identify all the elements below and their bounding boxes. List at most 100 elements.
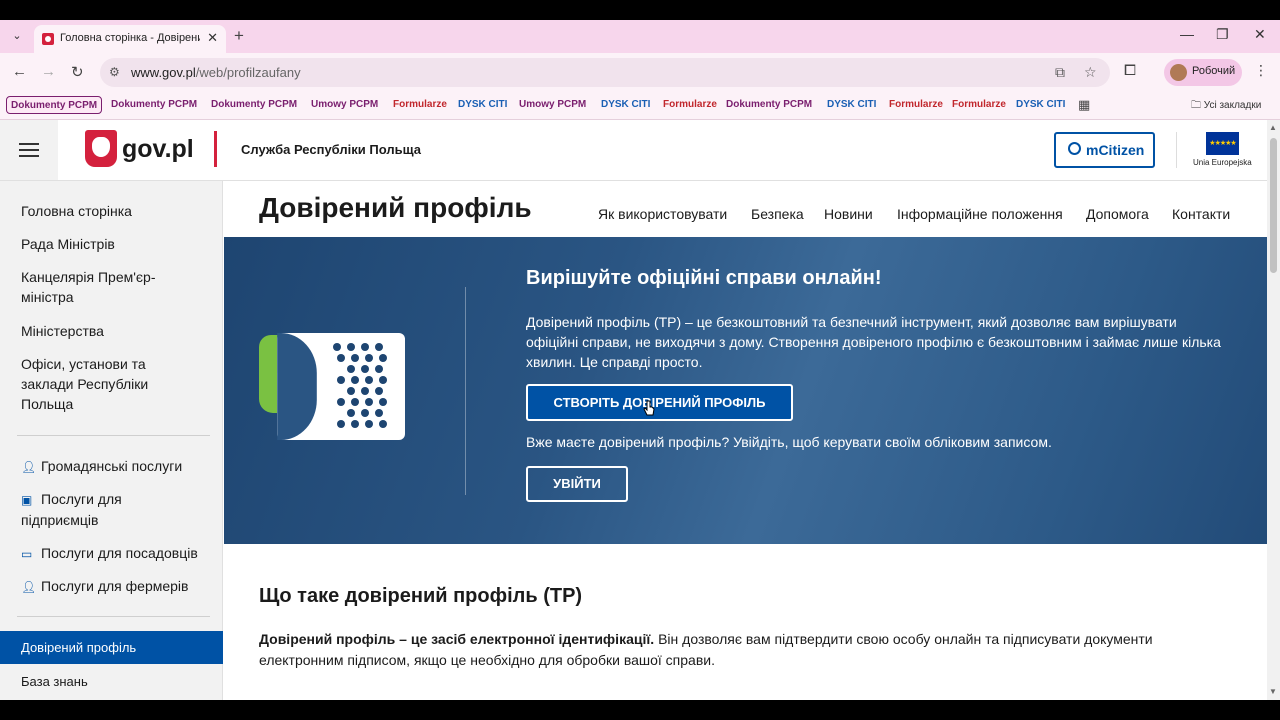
back-icon[interactable]: ← [12, 63, 27, 80]
close-window-icon[interactable]: ✕ [1254, 26, 1266, 43]
translate-icon[interactable]: ⧉ [1055, 64, 1065, 81]
tab-search-icon[interactable]: ⌄ [8, 27, 26, 45]
section-text: Довірений профіль – це засіб електронної… [259, 629, 1189, 671]
gov-logo[interactable]: gov.pl [122, 135, 194, 164]
nav-security[interactable]: Безпека [751, 206, 804, 222]
minimize-icon[interactable]: — [1180, 26, 1194, 42]
service-name: Служба Республіки Польща [241, 142, 421, 157]
bookmark-item[interactable]: Dokumenty PCPM [207, 96, 301, 114]
profile-button[interactable]: Робочий [1164, 59, 1242, 86]
avatar [1170, 64, 1187, 81]
scroll-up-icon[interactable]: ▲ [1269, 123, 1277, 132]
dot [347, 409, 355, 417]
dot [379, 376, 387, 384]
sidebar-item-citizen-services[interactable]: 👤︎ Громадянські послуги [21, 456, 211, 477]
mcitizen-button[interactable]: mCitizen [1054, 132, 1155, 168]
page-title: Довірений профіль [259, 192, 532, 223]
dot [347, 365, 355, 373]
bookmark-item[interactable]: Formularze [659, 96, 721, 114]
bookmark-item[interactable]: Dokumenty PCPM [6, 96, 103, 114]
nav-information[interactable]: Інформаційне положення [897, 206, 1063, 222]
gov-favicon-icon [42, 33, 54, 45]
browser-toolbar: ← → ↻ ⚙ www.gov.pl/web/profilzaufany ⧉ ☆… [0, 53, 1280, 91]
sidebar-item-offices[interactable]: Офіси, установи та заклади Республіки По… [21, 354, 181, 414]
dot [337, 398, 345, 406]
new-tab-icon[interactable]: + [234, 26, 244, 46]
dot [361, 365, 369, 373]
browser-window: ⌄ Головна сторінка - Довірений ✕ + — ❐ ✕… [0, 20, 1280, 700]
bookmark-item[interactable]: Formularze [948, 96, 1010, 114]
bookmark-star-icon[interactable]: ☆ [1084, 64, 1097, 81]
bookmark-item[interactable]: DYSK CITI [823, 96, 880, 114]
bookmark-item[interactable]: Dokumenty PCPM [107, 96, 201, 114]
sidebar-item-ministries[interactable]: Міністерства [21, 321, 211, 341]
url-text[interactable]: www.gov.pl/web/profilzaufany [131, 65, 301, 80]
nav-contacts[interactable]: Контакти [1172, 206, 1230, 222]
bookmarks-bar: ▦ 🗀 Усі закладки Dokumenty PCPM Dokumenty… [0, 91, 1280, 120]
eu-label: Unia Europejska [1193, 158, 1252, 167]
dot [375, 343, 383, 351]
bookmark-item[interactable]: DYSK CITI [597, 96, 654, 114]
restore-icon[interactable]: ❐ [1216, 26, 1229, 43]
reload-icon[interactable]: ↻ [71, 63, 84, 81]
dot [365, 376, 373, 384]
sidebar-item-chancellery[interactable]: Канцелярія Прем'єр-міністра [21, 267, 171, 307]
sidebar-item-home[interactable]: Головна сторінка [21, 201, 211, 221]
profile-name: Робочий [1192, 65, 1236, 77]
laptop-icon: ▭ [21, 547, 33, 561]
dot [347, 343, 355, 351]
dot [351, 376, 359, 384]
menu-kebab-icon[interactable]: ⋮ [1254, 62, 1268, 79]
bookmark-item[interactable]: Dokumenty PCPM [722, 96, 816, 114]
site-header: gov.pl Служба Республіки Польща mCitizen… [0, 120, 1267, 181]
bookmark-item[interactable]: DYSK CITI [1012, 96, 1069, 114]
sidebar-item-knowledge-base[interactable]: База знань [21, 674, 88, 689]
hand-cursor-icon [643, 400, 655, 416]
nav-how-to-use[interactable]: Як використовувати [598, 206, 727, 222]
extensions-icon[interactable]: ⧠ [1124, 62, 1136, 79]
bookmark-item[interactable]: Formularze [885, 96, 947, 114]
dot [379, 354, 387, 362]
poland-emblem-icon[interactable] [85, 130, 117, 167]
all-bookmarks[interactable]: 🗀 Усі закладки [1191, 98, 1261, 115]
tab-active[interactable]: Головна сторінка - Довірений ✕ [34, 25, 226, 53]
create-profile-button[interactable]: СТВОРІТЬ ДОВІРЕНИЙ ПРОФІЛЬ [526, 384, 793, 421]
dot [361, 387, 369, 395]
login-button[interactable]: УВІЙТИ [526, 466, 628, 502]
login-question: Вже маєте довірений профіль? Увійдіть, щ… [526, 434, 1052, 450]
scroll-down-icon[interactable]: ▼ [1269, 687, 1277, 696]
address-bar[interactable]: ⚙ www.gov.pl/web/profilzaufany ⧉ ☆ [100, 58, 1110, 87]
tab-close-icon[interactable]: ✕ [207, 30, 218, 46]
sidebar-divider [17, 435, 210, 436]
forward-icon[interactable]: → [41, 63, 56, 80]
site-info-icon[interactable]: ⚙ [109, 65, 120, 79]
sidebar-divider [17, 616, 210, 617]
sidebar-item-farmer-services[interactable]: 👤︎ Послуги для фермерів [21, 576, 211, 597]
hamburger-menu-icon[interactable] [0, 120, 58, 180]
logo-divider [214, 131, 217, 167]
scroll-thumb[interactable] [1270, 138, 1277, 273]
sidebar-item-business-services[interactable]: ▣ Послуги для підприємців [21, 489, 171, 530]
dots-icon [333, 343, 393, 429]
user-icon [1068, 142, 1081, 155]
dot [365, 398, 373, 406]
sidebar-item-council[interactable]: Рада Міністрів [21, 234, 211, 254]
dot [337, 376, 345, 384]
bookmark-item[interactable]: Formularze [389, 96, 451, 114]
bookmark-item[interactable]: Umowy PCPM [515, 96, 590, 114]
tab-strip: ⌄ Головна сторінка - Довірений ✕ + — ❐ ✕ [0, 20, 1280, 53]
bookmark-item[interactable]: Umowy PCPM [307, 96, 382, 114]
nav-help[interactable]: Допомога [1086, 206, 1149, 222]
sidebar-item-trusted-profile[interactable]: Довірений профіль [0, 631, 223, 664]
dot [351, 398, 359, 406]
nav-news[interactable]: Новини [824, 206, 873, 222]
apps-grid-icon[interactable]: ▦ [1078, 97, 1090, 113]
web-page: gov.pl Служба Республіки Польща mCitizen… [0, 120, 1267, 700]
sidebar-item-official-services[interactable]: ▭ Послуги для посадовців [21, 543, 211, 564]
bookmark-item[interactable]: DYSK CITI [454, 96, 511, 114]
page-scrollbar[interactable]: ▲ ▼ [1267, 120, 1280, 700]
dot [333, 343, 341, 351]
dot [379, 420, 387, 428]
person-icon: 👤︎ [21, 580, 37, 594]
divider [1176, 132, 1177, 168]
